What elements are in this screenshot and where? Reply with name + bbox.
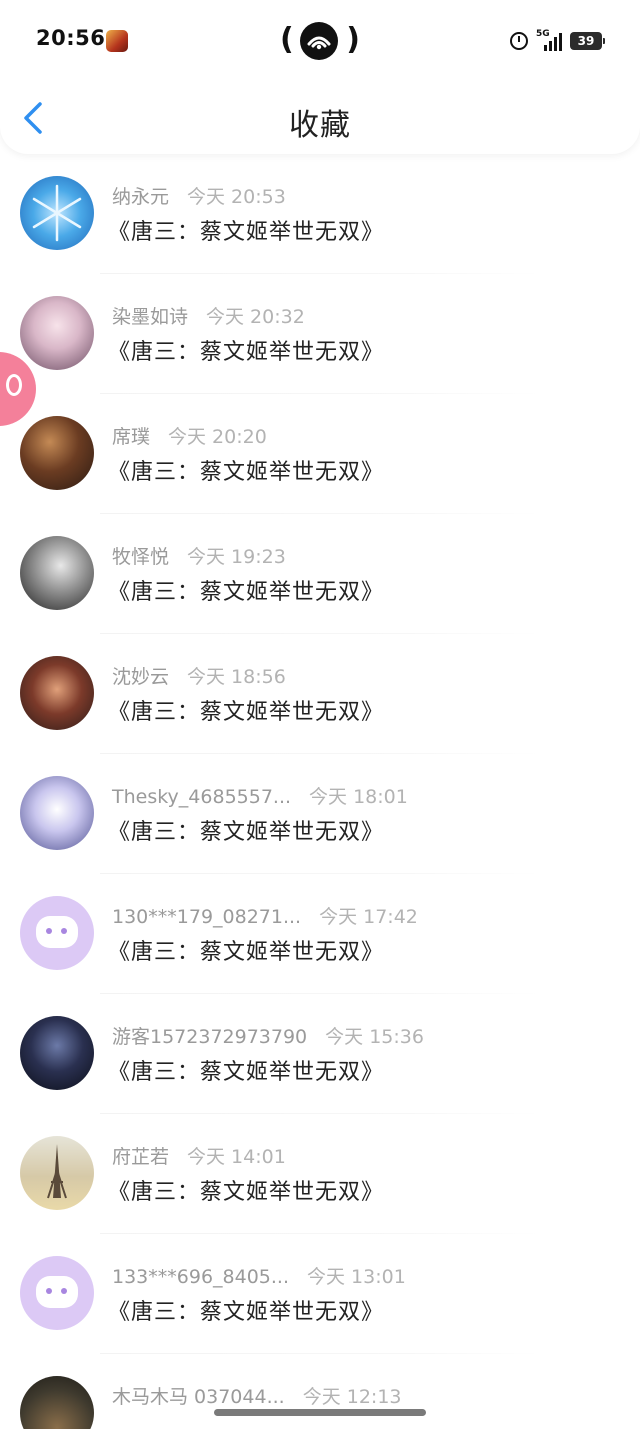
username: 府芷若	[112, 1146, 170, 1168]
list-item[interactable]: 牧怿悦 今天 19:23 《唐三：蔡文姬举世无双》	[0, 514, 640, 634]
avatar	[20, 536, 94, 610]
item-meta: 沈妙云 今天 18:56	[112, 662, 286, 689]
eiffel-tower-icon	[47, 1144, 67, 1199]
list-item[interactable]: 游客1572372973790 今天 15:36 《唐三：蔡文姬举世无双》	[0, 994, 640, 1114]
home-indicator[interactable]	[214, 1409, 426, 1416]
list-item[interactable]: 木马木马 037044... 今天 12:13	[0, 1354, 640, 1429]
item-meta: 130***179_08271... 今天 17:42	[112, 902, 418, 929]
timestamp: 今天 15:36	[325, 1026, 424, 1048]
snowflake-icon	[32, 184, 82, 242]
alarm-icon	[510, 32, 528, 50]
timestamp: 今天 17:42	[319, 906, 418, 928]
avatar	[20, 1136, 94, 1210]
timestamp: 今天 20:20	[168, 426, 267, 448]
item-title: 《唐三：蔡文姬举世无双》	[108, 820, 385, 845]
item-meta: 游客1572372973790 今天 15:36	[112, 1022, 424, 1049]
chat-bubble-icon	[36, 1276, 78, 1308]
list-item[interactable]: 130***179_08271... 今天 17:42 《唐三：蔡文姬举世无双》	[0, 874, 640, 994]
item-meta: 牧怿悦 今天 19:23	[112, 542, 286, 569]
username: 纳永元	[112, 186, 170, 208]
item-meta: 席璞 今天 20:20	[112, 422, 267, 449]
page-title: 收藏	[289, 108, 351, 143]
status-icons: 5G 39	[510, 29, 605, 52]
item-title: 《唐三：蔡文姬举世无双》	[108, 460, 385, 485]
island-left-bracket: (	[280, 22, 294, 57]
timestamp: 今天 18:56	[187, 666, 286, 688]
assistant-icon	[6, 374, 22, 396]
list-item[interactable]: 沈妙云 今天 18:56 《唐三：蔡文姬举世无双》	[0, 634, 640, 754]
default-avatar	[20, 896, 94, 970]
avatar	[20, 1016, 94, 1090]
item-meta: 府芷若 今天 14:01	[112, 1142, 286, 1169]
chat-bubble-icon	[36, 916, 78, 948]
list-item[interactable]: 纳永元 今天 20:53 《唐三：蔡文姬举世无双》	[0, 154, 640, 274]
item-meta: 纳永元 今天 20:53	[112, 182, 286, 209]
timestamp: 今天 18:01	[309, 786, 408, 808]
timestamp: 今天 20:53	[187, 186, 286, 208]
status-time: 20:56	[36, 26, 106, 50]
item-title: 《唐三：蔡文姬举世无双》	[108, 1300, 385, 1325]
list-item[interactable]: 席璞 今天 20:20 《唐三：蔡文姬举世无双》	[0, 394, 640, 514]
status-bar: 20:56 ( ) 5G 39	[0, 0, 640, 80]
item-title: 《唐三：蔡文姬举世无双》	[108, 220, 385, 245]
avatar	[20, 176, 94, 250]
item-title: 《唐三：蔡文姬举世无双》	[108, 700, 385, 725]
avatar	[20, 776, 94, 850]
avatar	[20, 1376, 94, 1429]
username: 130***179_08271...	[112, 906, 302, 928]
item-meta: 染墨如诗 今天 20:32	[112, 302, 305, 329]
username: 染墨如诗	[112, 306, 189, 328]
username: Thesky_4685557...	[112, 786, 292, 808]
list-item[interactable]: 染墨如诗 今天 20:32 《唐三：蔡文姬举世无双》	[0, 274, 640, 394]
item-meta: 133***696_8405... 今天 13:01	[112, 1262, 406, 1289]
island-core	[300, 22, 338, 60]
island-right-bracket: )	[346, 22, 360, 57]
avatar	[20, 296, 94, 370]
app-screen: 20:56 ( ) 5G 39 收藏 纳永元 今天 20:53 《唐三：蔡文姬举…	[0, 0, 640, 1429]
timestamp: 今天 19:23	[187, 546, 286, 568]
item-meta: 木马木马 037044... 今天 12:13	[112, 1382, 402, 1409]
username: 牧怿悦	[112, 546, 170, 568]
network-type: 5G	[536, 29, 550, 39]
username: 133***696_8405...	[112, 1266, 290, 1288]
timestamp: 今天 13:01	[307, 1266, 406, 1288]
username: 游客1572372973790	[112, 1026, 308, 1048]
username: 席璞	[112, 426, 151, 448]
avatar	[20, 656, 94, 730]
item-title: 《唐三：蔡文姬举世无双》	[108, 1060, 385, 1085]
timestamp: 今天 12:13	[302, 1386, 402, 1408]
username: 木马木马 037044...	[112, 1386, 285, 1408]
dynamic-island[interactable]: ( )	[280, 18, 360, 64]
item-title: 《唐三：蔡文姬举世无双》	[108, 940, 385, 965]
header: 20:56 ( ) 5G 39 收藏	[0, 0, 640, 154]
username: 沈妙云	[112, 666, 170, 688]
item-meta: Thesky_4685557... 今天 18:01	[112, 782, 408, 809]
signal-icon: 5G	[536, 29, 562, 51]
timestamp: 今天 20:32	[206, 306, 305, 328]
nav-bar: 收藏	[0, 86, 640, 150]
list-item[interactable]: 府芷若 今天 14:01 《唐三：蔡文姬举世无双》	[0, 1114, 640, 1234]
battery-icon: 39	[570, 32, 605, 50]
default-avatar	[20, 1256, 94, 1330]
cloud-link-icon	[307, 36, 331, 50]
item-title: 《唐三：蔡文姬举世无双》	[108, 580, 385, 605]
item-title: 《唐三：蔡文姬举世无双》	[108, 1180, 385, 1205]
avatar	[20, 416, 94, 490]
game-app-icon	[106, 30, 128, 52]
item-title: 《唐三：蔡文姬举世无双》	[108, 340, 385, 365]
favorites-list: 纳永元 今天 20:53 《唐三：蔡文姬举世无双》 染墨如诗 今天 20:32 《唐…	[0, 154, 640, 1429]
timestamp: 今天 14:01	[187, 1146, 286, 1168]
list-item[interactable]: Thesky_4685557... 今天 18:01 《唐三：蔡文姬举世无双》	[0, 754, 640, 874]
list-item[interactable]: 133***696_8405... 今天 13:01 《唐三：蔡文姬举世无双》	[0, 1234, 640, 1354]
